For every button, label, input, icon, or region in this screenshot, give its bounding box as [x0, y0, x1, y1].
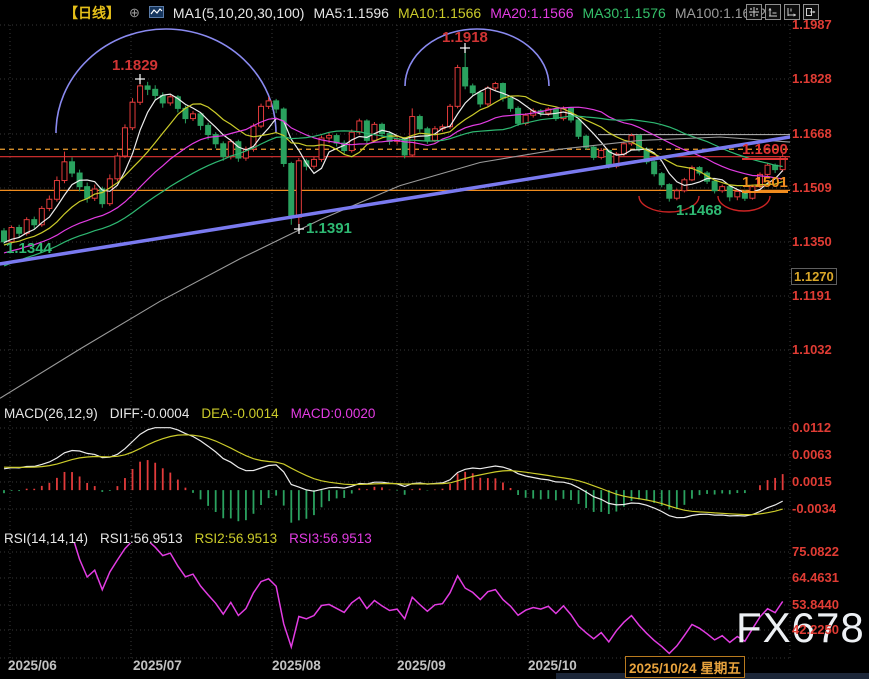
x-axis-month-label: 2025/09 [397, 658, 446, 673]
chart-app-window: 欧元美元【日线】 ⊕ MA1(5,10,20,30,100) MA5:1.159… [0, 0, 869, 679]
chart-toolbar [746, 4, 819, 20]
chart-type-icon[interactable] [149, 5, 164, 21]
y-axis-tick-macd: 0.0063 [792, 447, 832, 462]
ma5-value: MA5:1.1596 [313, 5, 389, 21]
x-axis-current-date-label: 2025/10/24 星期五 [625, 656, 745, 678]
diff-line [4, 428, 783, 518]
x-axis-month-label: 2025/10 [528, 658, 577, 673]
rsi-header: RSI(14,14,14) RSI1:56.9513 RSI2:56.9513 … [4, 531, 372, 546]
chart-canvas[interactable] [0, 0, 869, 679]
add-indicator-icon[interactable]: ⊕ [129, 5, 140, 21]
y-axis-alert-label: 1.1270 [791, 268, 837, 285]
y-axis-tick-main: 1.1032 [792, 342, 832, 357]
x-axis-month-label: 2025/06 [8, 658, 57, 673]
y-axis-tick-main: 1.1828 [792, 71, 832, 86]
price-annotation: 1.1468 [676, 202, 722, 219]
collapse-right-panel-icon[interactable] [803, 4, 819, 20]
macd-panel[interactable] [4, 428, 783, 523]
price-annotation: 1.1344 [6, 240, 52, 257]
grid-lines [0, 25, 790, 658]
macd-params-label: MACD(26,12,9) [4, 406, 98, 421]
y-axis-tick-main: 1.1668 [792, 126, 832, 141]
rsi1-value: RSI1:56.9513 [100, 531, 183, 546]
candlestick-series [2, 48, 786, 244]
ma-line-5 [4, 88, 783, 243]
price-annotation: 1.1391 [306, 220, 352, 237]
axis-zoom-horizontal-icon[interactable] [784, 4, 800, 20]
y-axis-tick-macd: 0.0015 [792, 474, 832, 489]
main-price-panel[interactable] [0, 29, 790, 398]
macd-header: MACD(26,12,9) DIFF:-0.0004 DEA:-0.0014 M… [4, 406, 375, 421]
y-axis-tick-rsi: 64.4631 [792, 570, 839, 585]
y-axis-tick-rsi: 42.2250 [792, 622, 839, 637]
macd-dea-value: DEA:-0.0014 [201, 406, 278, 421]
price-line-label: 1.1501 [742, 174, 788, 193]
ma10-value: MA10:1.1566 [398, 5, 481, 21]
rsi3-value: RSI3:56.9513 [289, 531, 372, 546]
macd-diff-value: DIFF:-0.0004 [110, 406, 190, 421]
y-axis-tick-rsi: 75.0822 [792, 544, 839, 559]
period-label: 【日线】 [64, 3, 120, 23]
rsi2-value: RSI2:56.9513 [195, 531, 278, 546]
ma-line-10 [4, 96, 783, 245]
ma20-value: MA20:1.1566 [490, 5, 573, 21]
price-annotation: 1.1918 [442, 29, 488, 46]
y-axis-tick-macd: 0.0112 [792, 420, 831, 435]
rsi-params-label: RSI(14,14,14) [4, 531, 88, 546]
symbol-title: 欧元美元 [5, 3, 61, 23]
ma-settings-label: MA1(5,10,20,30,100) [173, 5, 305, 21]
macd-macd-value: MACD:0.0020 [291, 406, 376, 421]
axis-zoom-vertical-icon[interactable] [765, 4, 781, 20]
ma30-value: MA30:1.1576 [583, 5, 666, 21]
blue-dome-annotation [56, 29, 276, 133]
y-axis-tick-rsi: 53.8440 [792, 597, 839, 612]
x-axis-month-label: 2025/08 [272, 658, 321, 673]
crosshair-move-icon[interactable] [746, 4, 762, 20]
price-annotation: 1.1829 [112, 57, 158, 74]
x-axis-month-label: 2025/07 [133, 658, 182, 673]
y-axis-tick-macd: -0.0034 [792, 501, 836, 516]
y-axis-tick-main: 1.1191 [792, 288, 831, 303]
price-line-label: 1.1600 [742, 141, 788, 160]
y-axis-tick-main: 1.1509 [792, 180, 832, 195]
dea-line [4, 435, 783, 515]
chart-header: 欧元美元【日线】 ⊕ MA1(5,10,20,30,100) MA5:1.159… [5, 3, 766, 23]
y-axis-tick-main: 1.1350 [792, 234, 832, 249]
